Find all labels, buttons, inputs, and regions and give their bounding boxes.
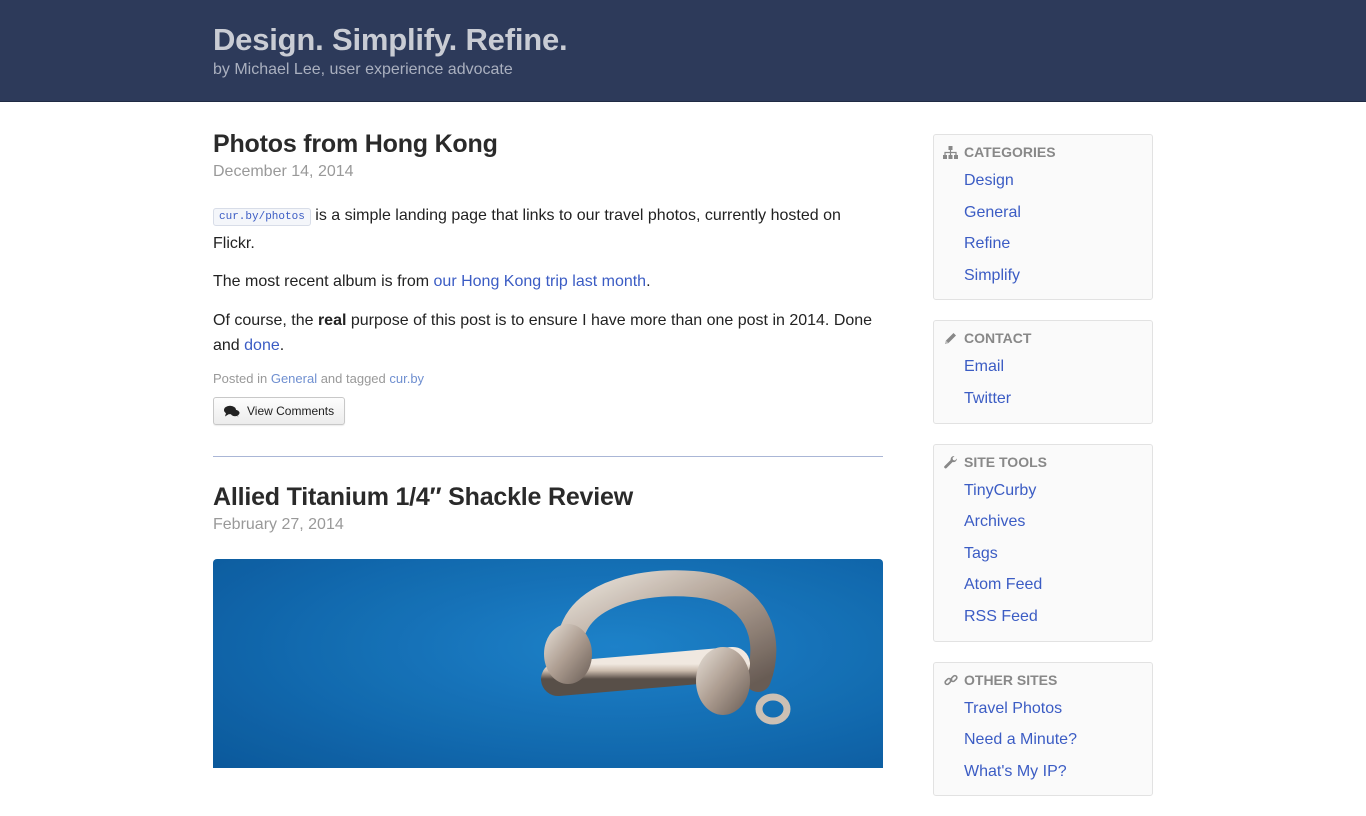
meta-tagged-text: and tagged (317, 371, 390, 386)
site-tools-list: TinyCurby Archives Tags Atom Feed RSS Fe… (934, 475, 1152, 633)
category-link[interactable]: General (271, 371, 317, 386)
contact-list: Email Twitter (934, 351, 1152, 414)
shackle-photo (213, 559, 883, 768)
sidebar: CATEGORIES Design General Refine Simplif… (933, 134, 1153, 816)
tag-link[interactable]: cur.by (389, 371, 424, 386)
sidebar-link[interactable]: Atom Feed (964, 576, 1042, 593)
sidebar-link[interactable]: Refine (964, 235, 1010, 252)
paragraph-text: . (279, 337, 285, 354)
widget-title: OTHER SITES (964, 671, 1058, 688)
pencil-icon (943, 331, 958, 346)
post-meta: Posted in General and tagged cur.by (213, 371, 883, 386)
paragraph-text: Of course, the (213, 312, 318, 329)
sidebar-item-general[interactable]: General (934, 197, 1152, 229)
sidebar-link[interactable]: Tags (964, 545, 998, 562)
main-content: Photos from Hong Kong December 14, 2014 … (213, 102, 883, 768)
contact-widget: CONTACT Email Twitter (933, 320, 1153, 424)
post-paragraph: The most recent album is from our Hong K… (213, 269, 883, 294)
paragraph-text: . (646, 273, 651, 290)
comments-icon (224, 405, 240, 418)
site-title[interactable]: Design. Simplify. Refine. (213, 22, 568, 58)
sidebar-item-whats-my-ip[interactable]: What's My IP? (934, 756, 1152, 788)
post-paragraph: cur.by/photos is a simple landing page t… (213, 203, 883, 256)
widget-title: CATEGORIES (964, 144, 1056, 160)
sidebar-item-refine[interactable]: Refine (934, 228, 1152, 260)
site-subtitle: by Michael Lee, user experience advocate (213, 61, 513, 78)
view-comments-button[interactable]: View Comments (213, 397, 346, 425)
sidebar-item-travel-photos[interactable]: Travel Photos (934, 693, 1152, 725)
widget-header: SITE TOOLS (934, 454, 1152, 470)
post-paragraph: Of course, the real purpose of this post… (213, 308, 883, 358)
categories-list: Design General Refine Simplify (934, 165, 1152, 291)
widget-title: SITE TOOLS (964, 453, 1047, 470)
paragraph-text: The most recent album is from (213, 273, 434, 290)
sidebar-link[interactable]: Need a Minute? (964, 731, 1077, 748)
link-icon (943, 672, 958, 687)
sidebar-item-twitter[interactable]: Twitter (934, 383, 1152, 415)
sidebar-link[interactable]: Travel Photos (964, 700, 1062, 717)
other-sites-list: Travel Photos Need a Minute? What's My I… (934, 693, 1152, 788)
sidebar-item-rss-feed[interactable]: RSS Feed (934, 601, 1152, 633)
sitemap-icon (943, 145, 958, 160)
wrench-icon (943, 454, 958, 469)
categories-widget: CATEGORIES Design General Refine Simplif… (933, 134, 1153, 301)
meta-posted-text: Posted in (213, 371, 271, 386)
sidebar-item-atom-feed[interactable]: Atom Feed (934, 569, 1152, 601)
sidebar-link[interactable]: General (964, 204, 1021, 221)
widget-header: CONTACT (934, 330, 1152, 346)
sidebar-link[interactable]: Design (964, 172, 1014, 189)
site-header: Design. Simplify. Refine. by Michael Lee… (0, 0, 1366, 102)
sidebar-link[interactable]: RSS Feed (964, 608, 1038, 625)
sidebar-item-tinycurby[interactable]: TinyCurby (934, 475, 1152, 507)
widget-title: CONTACT (964, 330, 1032, 347)
sidebar-item-need-a-minute[interactable]: Need a Minute? (934, 724, 1152, 756)
sidebar-item-simplify[interactable]: Simplify (934, 260, 1152, 292)
sidebar-link[interactable]: Email (964, 358, 1004, 375)
widget-header: CATEGORIES (934, 144, 1152, 160)
post-date: December 14, 2014 (213, 163, 354, 180)
sidebar-item-tags[interactable]: Tags (934, 538, 1152, 570)
post: Photos from Hong Kong December 14, 2014 … (213, 102, 883, 425)
sidebar-link[interactable]: Twitter (964, 390, 1011, 407)
sidebar-link[interactable]: What's My IP? (964, 763, 1067, 780)
post-date: February 27, 2014 (213, 516, 344, 533)
inline-code: cur.by/photos (213, 208, 311, 226)
bold-text: real (317, 312, 347, 329)
album-link[interactable]: our Hong Kong trip last month (434, 273, 647, 290)
sidebar-item-archives[interactable]: Archives (934, 506, 1152, 538)
sidebar-link[interactable]: Archives (964, 513, 1025, 530)
site-tools-widget: SITE TOOLS TinyCurby Archives Tags Atom … (933, 443, 1153, 642)
sidebar-item-email[interactable]: Email (934, 351, 1152, 383)
view-comments-label: View Comments (247, 404, 335, 418)
other-sites-widget: OTHER SITES Travel Photos Need a Minute?… (933, 661, 1153, 797)
done-link[interactable]: done (244, 337, 280, 354)
sidebar-link[interactable]: TinyCurby (964, 482, 1036, 499)
sidebar-item-design[interactable]: Design (934, 165, 1152, 197)
post-title[interactable]: Allied Titanium 1/4″ Shackle Review (213, 483, 883, 512)
sidebar-link[interactable]: Simplify (964, 267, 1020, 284)
post: Allied Titanium 1/4″ Shackle Review Febr… (213, 457, 883, 768)
post-title[interactable]: Photos from Hong Kong (213, 130, 883, 159)
widget-header: OTHER SITES (934, 672, 1152, 688)
